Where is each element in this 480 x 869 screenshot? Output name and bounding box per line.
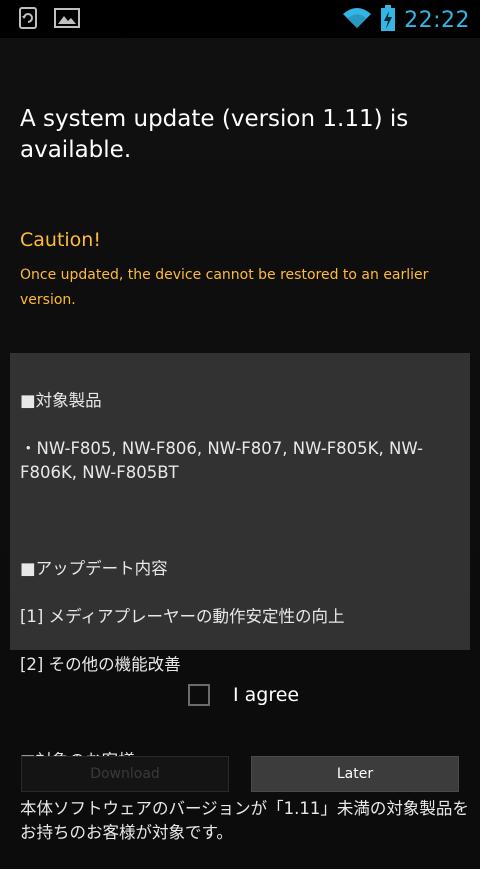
agree-label[interactable]: I agree [233,684,299,706]
changes-header: ■アップデート内容 [20,559,168,578]
update-info-content: ■対象製品 ・NW-F805, NW-F806, NW-F807, NW-F80… [20,365,470,869]
update-title: A system update (version 1.11) is availa… [20,106,409,163]
change-item-1: [1] メディアプレーヤーの動作安定性の向上 [20,607,345,626]
agree-row[interactable]: I agree [188,684,299,706]
image-icon [54,7,80,29]
products-list: ・NW-F805, NW-F806, NW-F807, NW-F805K, NW… [20,439,423,482]
customers-text: 本体ソフトウェアのバージョンが「1.11」未満の対象製品をお持ちのお客様が対象で… [20,799,469,842]
download-button[interactable]: Download [21,756,229,792]
status-clock: 22:22 [404,7,470,33]
agree-checkbox[interactable] [188,684,210,706]
caution-title: Caution! [20,229,101,251]
wifi-icon [342,6,372,34]
status-bar: 22:22 [0,0,480,38]
later-button[interactable]: Later [251,756,459,792]
products-header: ■対象製品 [20,391,102,410]
battery-charging-icon [380,4,396,36]
change-item-2: [2] その他の機能改善 [20,655,181,674]
system-icons: 22:22 [342,4,470,36]
notification-icons [18,7,80,29]
update-info-box[interactable]: ■対象製品 ・NW-F805, NW-F806, NW-F807, NW-F80… [10,353,470,842]
sync-icon [18,7,38,29]
caution-text: Once updated, the device cannot be resto… [20,267,429,308]
